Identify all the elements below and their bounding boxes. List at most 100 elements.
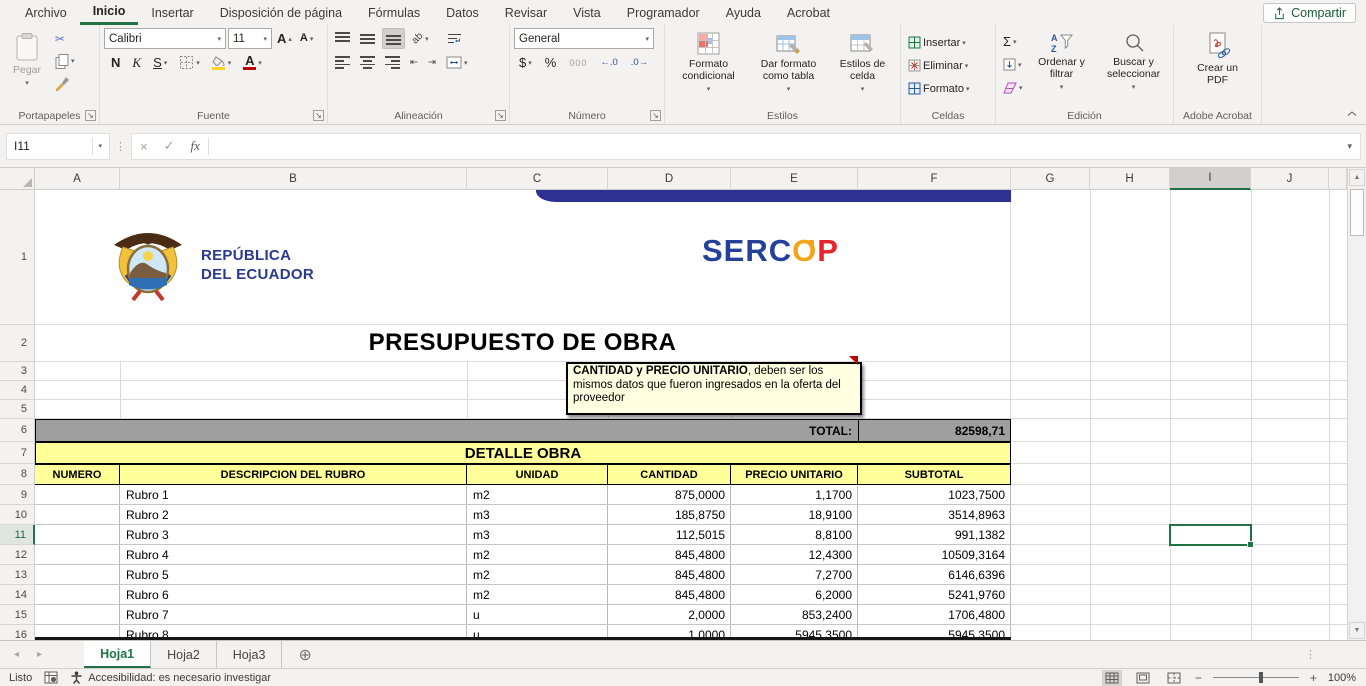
paste-button[interactable]: Pegar ▾: [4, 28, 50, 94]
cell[interactable]: [35, 525, 120, 545]
increase-indent-button[interactable]: ⇥: [425, 52, 439, 73]
cell-cantidad[interactable]: 845,4800: [608, 545, 731, 565]
row-header[interactable]: 4: [0, 381, 35, 400]
header-cantidad[interactable]: CANTIDAD: [608, 464, 731, 485]
clipboard-dialog-launcher[interactable]: ↘: [85, 110, 96, 121]
normal-view-button[interactable]: [1102, 670, 1122, 686]
row-header[interactable]: 6: [0, 419, 35, 442]
scroll-up-button[interactable]: ▲: [1349, 169, 1365, 186]
header-numero[interactable]: NUMERO: [35, 464, 120, 485]
cell[interactable]: [35, 485, 120, 505]
accounting-format-button[interactable]: $▾: [516, 52, 535, 73]
tab-datos[interactable]: Datos: [433, 0, 492, 25]
row-header[interactable]: 5: [0, 400, 35, 419]
font-name-combo[interactable]: Calibri ▾: [104, 28, 226, 49]
cell-unidad[interactable]: m2: [467, 585, 608, 605]
sheet-tab-hoja1[interactable]: Hoja1: [84, 641, 151, 668]
empty-cells[interactable]: [1011, 565, 1347, 585]
cell[interactable]: [35, 505, 120, 525]
cell-descripcion[interactable]: Rubro 6: [120, 585, 467, 605]
row-header[interactable]: 12: [0, 545, 35, 565]
format-painter-button[interactable]: [52, 73, 78, 94]
column-header-J[interactable]: J: [1251, 168, 1329, 190]
find-select-button[interactable]: Buscar y seleccionar ▾: [1098, 28, 1170, 98]
zoom-level[interactable]: 100%: [1328, 672, 1356, 684]
percent-button[interactable]: %: [542, 52, 560, 73]
column-header-E[interactable]: E: [731, 168, 858, 190]
tab-disposicion[interactable]: Disposición de página: [207, 0, 355, 25]
grow-font-button[interactable]: A▴: [274, 28, 295, 49]
cell-total-value[interactable]: 82598,71: [858, 419, 1011, 442]
font-color-button[interactable]: A ▾: [240, 52, 265, 73]
formula-bar-handle[interactable]: ⋮: [115, 140, 126, 153]
tab-ayuda[interactable]: Ayuda: [713, 0, 774, 25]
autosum-button[interactable]: Σ▾: [1000, 31, 1026, 52]
cell-cantidad[interactable]: 112,5015: [608, 525, 731, 545]
row-header[interactable]: 10: [0, 505, 35, 525]
sheet-tab-hoja2[interactable]: Hoja2: [151, 641, 217, 668]
column-header-A[interactable]: A: [35, 168, 120, 190]
empty-cells[interactable]: [1011, 625, 1347, 640]
conditional-formatting-button[interactable]: Formato condicional ▾: [671, 28, 747, 100]
column-header-F[interactable]: F: [858, 168, 1011, 190]
align-left-button[interactable]: [332, 52, 353, 73]
zoom-in-button[interactable]: +: [1310, 671, 1317, 685]
shrink-font-button[interactable]: A▾: [297, 28, 316, 49]
scroll-down-button[interactable]: ▼: [1349, 622, 1365, 639]
tab-insertar[interactable]: Insertar: [138, 0, 206, 25]
empty-cells[interactable]: [1011, 190, 1347, 325]
empty-cells[interactable]: [1011, 464, 1347, 485]
delete-cells-button[interactable]: Eliminar ▾: [905, 55, 972, 76]
header-descripcion[interactable]: DESCRIPCION DEL RUBRO: [120, 464, 467, 485]
tab-vista[interactable]: Vista: [560, 0, 614, 25]
cell-descripcion[interactable]: Rubro 7: [120, 605, 467, 625]
cell[interactable]: [35, 565, 120, 585]
tab-bar-resize-handle[interactable]: ⋮: [1305, 641, 1316, 668]
font-size-combo[interactable]: 11 ▾: [228, 28, 272, 49]
cell-subtotal[interactable]: 10509,3164: [858, 545, 1011, 565]
empty-cells[interactable]: [1011, 505, 1347, 525]
copy-button[interactable]: ▾: [52, 51, 78, 72]
tab-formulas[interactable]: Fórmulas: [355, 0, 433, 25]
vertical-scrollbar-thumb[interactable]: [1350, 189, 1364, 236]
row-header[interactable]: 7: [0, 442, 35, 464]
align-middle-button[interactable]: [357, 28, 378, 49]
borders-button[interactable]: ▾: [176, 52, 203, 73]
row-header[interactable]: 15: [0, 605, 35, 625]
enter-button[interactable]: ✓: [156, 138, 183, 154]
tab-acrobat[interactable]: Acrobat: [774, 0, 843, 25]
empty-cells[interactable]: [1011, 442, 1347, 464]
empty-cells[interactable]: [1011, 400, 1347, 419]
cancel-button[interactable]: ×: [132, 139, 156, 154]
empty-cells[interactable]: [35, 362, 1011, 381]
cell-precio[interactable]: 1,1700: [731, 485, 858, 505]
zoom-out-button[interactable]: −: [1195, 671, 1202, 685]
cell-descripcion[interactable]: Rubro 5: [120, 565, 467, 585]
row-header[interactable]: 1: [0, 190, 35, 325]
cell-unidad[interactable]: m2: [467, 565, 608, 585]
empty-cells[interactable]: [1011, 325, 1347, 362]
column-header-C[interactable]: C: [467, 168, 608, 190]
insert-cells-button[interactable]: Insertar ▾: [905, 32, 972, 53]
fill-button[interactable]: ▾: [1000, 54, 1026, 75]
sort-filter-button[interactable]: AZ Ordenar y filtrar ▾: [1030, 28, 1094, 98]
column-header-H[interactable]: H: [1090, 168, 1170, 190]
cell-cantidad[interactable]: 2,0000: [608, 605, 731, 625]
column-header-B[interactable]: B: [120, 168, 467, 190]
column-header-D[interactable]: D: [608, 168, 731, 190]
merge-center-button[interactable]: ▾: [443, 52, 471, 73]
row-header[interactable]: 14: [0, 585, 35, 605]
header-subtotal[interactable]: SUBTOTAL: [858, 464, 1011, 485]
bold-button[interactable]: N: [108, 52, 123, 73]
align-bottom-button[interactable]: [382, 28, 405, 49]
decrease-indent-button[interactable]: ⇤: [407, 52, 421, 73]
increase-decimal-button[interactable]: ←.0: [597, 52, 620, 73]
cell-descripcion[interactable]: Rubro 4: [120, 545, 467, 565]
row-header[interactable]: 2: [0, 325, 35, 362]
cell-unidad[interactable]: u: [467, 605, 608, 625]
cell-subtotal[interactable]: 5241,9760: [858, 585, 1011, 605]
empty-cells[interactable]: [1011, 381, 1347, 400]
cell-unidad[interactable]: m3: [467, 505, 608, 525]
cell-cantidad[interactable]: 845,4800: [608, 585, 731, 605]
empty-cells[interactable]: [1011, 419, 1347, 442]
